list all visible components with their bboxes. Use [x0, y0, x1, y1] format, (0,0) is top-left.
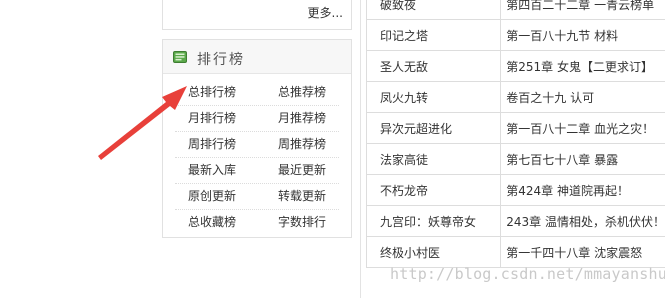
ranking-links: 总排行榜 总推荐榜 月排行榜 月推荐榜 周排行榜 周推荐榜 最新入库 最近更新 … — [163, 80, 351, 235]
table-row: 破致夜 第四百二十二章 一青云榜单 — [365, 0, 665, 20]
table-row: 凤火九转 卷百之十九 认可 — [365, 81, 665, 113]
rank-link-recent-update[interactable]: 最近更新 — [278, 158, 326, 183]
ranking-row: 周排行榜 周推荐榜 — [175, 132, 339, 158]
rank-link-original-update[interactable]: 原创更新 — [188, 184, 236, 209]
book-name-link[interactable]: 终极小村医 — [365, 236, 502, 268]
rank-link-total[interactable]: 总排行榜 — [188, 80, 236, 105]
red-arrow-annotation — [98, 86, 187, 160]
chapter-link[interactable]: 第一百八十二章 血光之灾！ — [500, 112, 665, 144]
book-name-link[interactable]: 凤火九转 — [365, 81, 502, 113]
table-row: 不朽龙帝 第424章 神道院再起！ — [365, 174, 665, 206]
table-row: 终极小村医 第一千四十八章 沈家震怒 — [365, 236, 665, 268]
rank-link-monthly[interactable]: 月排行榜 — [188, 106, 236, 131]
book-name-link[interactable]: 异次元超进化 — [365, 112, 502, 144]
ranking-row: 最新入库 最近更新 — [175, 158, 339, 184]
ranking-row: 月排行榜 月推荐榜 — [175, 106, 339, 132]
rank-link-newest[interactable]: 最新入库 — [188, 158, 236, 183]
ranking-panel-header: 排行榜 — [163, 40, 351, 74]
rank-link-word-count[interactable]: 字数排行 — [278, 210, 326, 235]
book-name-link[interactable]: 九宫印：妖尊帝女 — [365, 205, 502, 237]
rank-link-weekly[interactable]: 周排行榜 — [188, 132, 236, 157]
ranking-row: 原创更新 转载更新 — [175, 184, 339, 210]
rank-link-favorites[interactable]: 总收藏榜 — [188, 210, 236, 235]
book-update-table: 破致夜 第四百二十二章 一青云榜单 印记之塔 第一百八十九节 材料 圣人无敌 第… — [365, 0, 665, 268]
chapter-link[interactable]: 第四百二十二章 一青云榜单 — [500, 0, 665, 20]
chapter-link[interactable]: 第七百七十八章 暴露 — [500, 143, 665, 175]
rank-link-monthly-recommend[interactable]: 月推荐榜 — [278, 106, 326, 131]
rank-link-weekly-recommend[interactable]: 周推荐榜 — [278, 132, 326, 157]
table-row: 印记之塔 第一百八十九节 材料 — [365, 19, 665, 51]
book-name-link[interactable]: 法家高徒 — [365, 143, 502, 175]
chapter-link[interactable]: 第424章 神道院再起！ — [500, 174, 665, 206]
table-row: 法家高徒 第七百七十八章 暴露 — [365, 143, 665, 175]
book-name-link[interactable]: 破致夜 — [365, 0, 502, 20]
more-link[interactable]: 更多... — [308, 4, 343, 21]
chapter-link[interactable]: 第一千四十八章 沈家震怒 — [500, 236, 665, 268]
ranking-panel-title: 排行榜 — [197, 52, 245, 68]
ranking-row: 总收藏榜 字数排行 — [175, 210, 339, 235]
ranking-panel: 排行榜 总排行榜 总推荐榜 月排行榜 月推荐榜 周排行榜 周推荐榜 最新入库 最… — [162, 39, 352, 238]
book-name-link[interactable]: 圣人无敌 — [365, 50, 502, 82]
chapter-link[interactable]: 第一百八十九节 材料 — [500, 19, 665, 51]
book-icon — [173, 51, 187, 63]
table-row: 九宫印：妖尊帝女 243章 温情相处，杀机伏伏！ — [365, 205, 665, 237]
rank-link-reprint-update[interactable]: 转载更新 — [278, 184, 326, 209]
ranking-row: 总排行榜 总推荐榜 — [175, 80, 339, 106]
book-name-link[interactable]: 不朽龙帝 — [365, 174, 502, 206]
watermark: http://blog.csdn.net/mmayanshuo — [390, 265, 665, 283]
table-row: 异次元超进化 第一百八十二章 血光之灾！ — [365, 112, 665, 144]
book-name-link[interactable]: 印记之塔 — [365, 19, 502, 51]
rank-link-total-recommend[interactable]: 总推荐榜 — [278, 80, 326, 105]
previous-panel: 更多... — [162, 0, 352, 30]
table-row: 圣人无敌 第251章 女鬼【二更求订】 — [365, 50, 665, 82]
chapter-link[interactable]: 卷百之十九 认可 — [500, 81, 665, 113]
chapter-link[interactable]: 第251章 女鬼【二更求订】 — [500, 50, 665, 82]
chapter-link[interactable]: 243章 温情相处，杀机伏伏！ — [500, 205, 665, 237]
column-divider — [360, 0, 361, 298]
